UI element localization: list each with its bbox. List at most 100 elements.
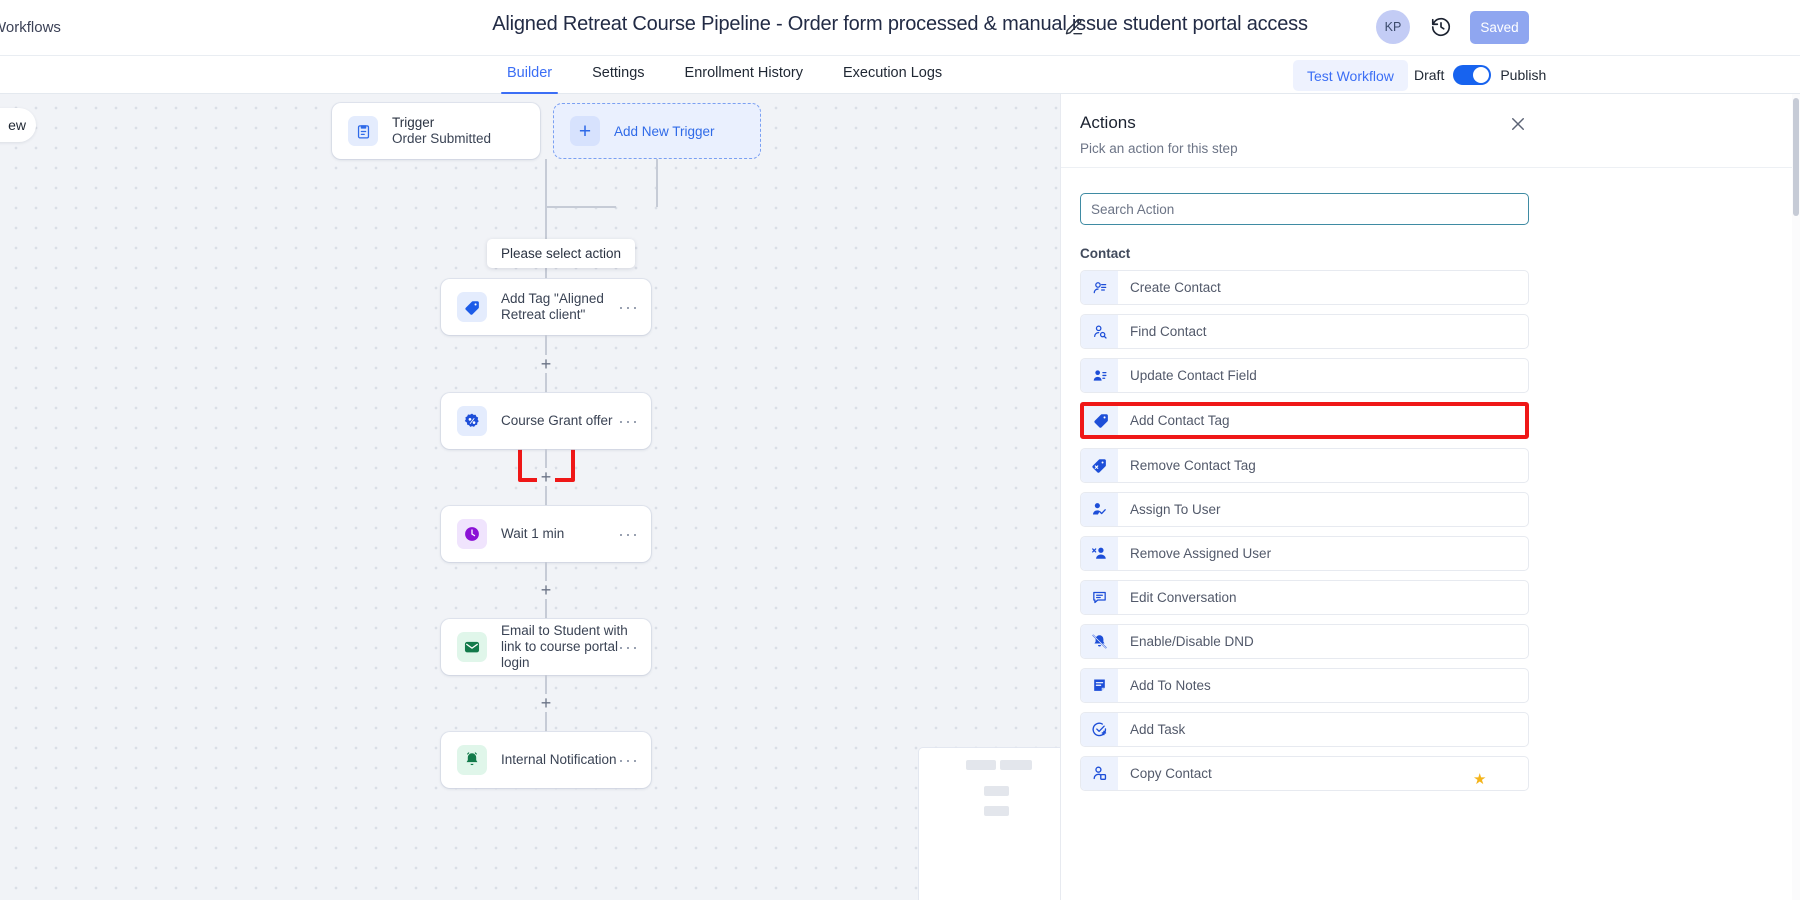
conversation-icon [1081,581,1118,614]
actions-panel-header: Actions Pick an action for this step [1061,94,1800,168]
action-item-label: Assign To User [1130,502,1221,517]
node-wait-title: Wait 1 min [501,526,565,541]
action-group-label: Contact [1080,246,1131,261]
add-new-trigger-button[interactable]: + Add New Trigger [553,103,761,159]
percent-badge-icon [457,406,487,436]
action-item-copy-contact[interactable]: Copy Contact [1080,756,1529,791]
tab-execution-logs[interactable]: Execution Logs [841,56,944,94]
edge-trigger-curve [546,206,616,208]
page-title: Aligned Retreat Course Pipeline - Order … [492,13,1308,35]
action-item-label: Add Contact Tag [1130,413,1230,428]
panel-scrollbar-track[interactable] [1792,94,1800,900]
node-add-tag[interactable]: Add Tag "Aligned Retreat client" ··· [441,279,651,335]
panel-scrollbar-thumb[interactable] [1793,98,1799,216]
publish-toggle[interactable] [1453,65,1492,85]
add-step-plus-4[interactable]: + [537,694,555,712]
search-input[interactable] [1080,193,1529,225]
save-status-button[interactable]: Saved [1470,11,1529,44]
action-item-add-task[interactable]: Add Task [1080,712,1529,747]
user-check-icon [1081,493,1118,526]
publish-toggle-group: Draft Publish [1414,65,1546,85]
close-icon[interactable] [1509,115,1527,133]
node-internal-notification-title: Internal Notification [501,752,617,767]
action-item-assign-to-user[interactable]: Assign To User [1080,492,1529,527]
history-clock-icon[interactable] [1430,16,1452,38]
action-item-label: Update Contact Field [1130,368,1257,383]
tab-builder[interactable]: Builder [500,56,559,94]
tag-remove-icon [1081,449,1118,482]
minimap-node [1000,760,1032,770]
contact-copy-icon [1081,757,1118,790]
tab-bar: Builder Settings Enrollment History Exec… [0,56,1800,94]
node-email-title: Email to Student with link to course por… [501,623,628,670]
node-add-tag-menu[interactable]: ··· [618,298,639,316]
node-trigger-subtitle: Order Submitted [392,131,492,146]
minimap-node [984,806,1009,816]
action-item-label: Find Contact [1130,324,1207,339]
note-icon [1081,669,1118,702]
tab-enrollment-history[interactable]: Enrollment History [683,56,805,94]
star-icon: ★ [1473,771,1487,788]
node-email-menu[interactable]: ··· [618,638,639,656]
add-new-trigger-label: Add New Trigger [614,123,715,139]
tabs-container: Builder Settings Enrollment History Exec… [500,56,944,94]
action-item-label: Remove Assigned User [1130,546,1272,561]
actions-panel-title: Actions [1080,113,1136,132]
add-step-plus-1[interactable]: + [537,355,555,373]
node-course-grant-offer[interactable]: Course Grant offer ··· [441,393,651,449]
pencil-icon[interactable] [1064,17,1084,37]
edge-addtrigger-down [656,159,658,207]
action-item-enable-disable-dnd[interactable]: Enable/Disable DND [1080,624,1529,659]
actions-panel-subtitle: Pick an action for this step [1080,141,1238,156]
action-item-label: Remove Contact Tag [1130,458,1256,473]
edge-trigger-down [545,159,547,207]
node-internal-notification-menu[interactable]: ··· [618,751,639,769]
node-email[interactable]: Email to Student with link to course por… [441,619,651,675]
minimap-node [984,786,1009,796]
node-wait[interactable]: Wait 1 min ··· [441,506,651,562]
node-add-tag-title: Add Tag "Aligned Retreat client" [501,291,604,322]
test-workflow-button[interactable]: Test Workflow [1293,60,1408,91]
action-item-add-contact-tag[interactable]: Add Contact Tag [1080,402,1529,439]
action-item-label: Add Task [1130,722,1186,737]
node-wait-menu[interactable]: ··· [618,525,639,543]
action-item-find-contact[interactable]: Find Contact [1080,314,1529,349]
minimap-node [966,760,996,770]
action-item-label: Copy Contact [1130,766,1212,781]
node-internal-notification[interactable]: Internal Notification ··· [441,732,651,788]
node-trigger[interactable]: Trigger Order Submitted [332,103,540,159]
action-item-label: Enable/Disable DND [1130,634,1254,649]
action-item-remove-assigned-user[interactable]: Remove Assigned User [1080,536,1529,571]
node-course-grant-offer-menu[interactable]: ··· [618,412,639,430]
add-step-plus-2[interactable]: + [537,468,555,486]
action-item-edit-conversation[interactable]: Edit Conversation [1080,580,1529,615]
node-trigger-title: Trigger [392,115,435,130]
bell-icon [457,745,487,775]
avatar[interactable]: KP [1376,10,1410,44]
task-check-icon [1081,713,1118,746]
canvas-minimap[interactable] [919,748,1060,900]
add-step-plus-3[interactable]: + [537,581,555,599]
node-course-grant-offer-title: Course Grant offer [501,413,613,428]
action-item-add-to-notes[interactable]: Add To Notes [1080,668,1529,703]
search-action-wrapper [1080,193,1529,225]
contact-search-icon [1081,315,1118,348]
publish-label: Publish [1500,67,1547,83]
action-item-remove-contact-tag[interactable]: Remove Contact Tag [1080,448,1529,483]
draft-label: Draft [1414,67,1445,83]
workflow-builder-app: Workflows Aligned Retreat Course Pipelin… [0,0,1800,900]
contact-add-icon [1081,271,1118,304]
mail-icon [457,632,487,662]
action-item-label: Edit Conversation [1130,590,1237,605]
top-bar: Workflows Aligned Retreat Course Pipelin… [0,0,1800,56]
action-item-create-contact[interactable]: Create Contact [1080,270,1529,305]
tab-settings[interactable]: Settings [590,56,646,94]
workflow-canvas[interactable]: ew Trigger Order Submitted + Add New Tri… [0,94,1060,900]
action-item-label: Create Contact [1130,280,1221,295]
toggle-knob [1473,67,1490,83]
plus-icon: + [570,116,600,146]
canvas-left-pill[interactable]: ew [0,108,36,142]
action-item-update-contact-field[interactable]: Update Contact Field [1080,358,1529,393]
tag-icon [1084,406,1118,435]
contact-edit-icon [1081,359,1118,392]
